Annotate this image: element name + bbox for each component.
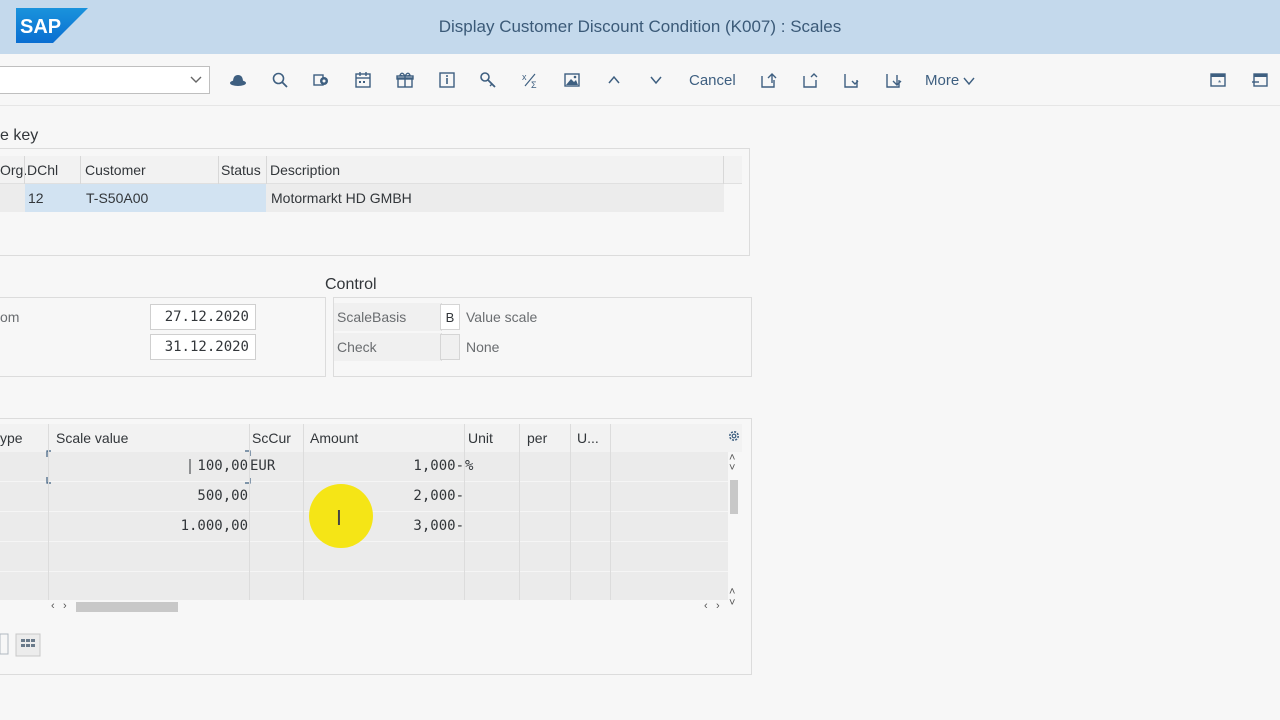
valid-to-field[interactable]: 31.12.2020 [150, 334, 256, 360]
chevron-down-icon [963, 77, 975, 86]
find-icon[interactable] [268, 68, 292, 92]
hat-icon[interactable] [226, 68, 250, 92]
next-page-icon[interactable] [839, 68, 863, 92]
text-cursor-icon: I [336, 506, 342, 530]
divider [48, 424, 49, 600]
up-icon[interactable] [602, 68, 626, 92]
col-type: ype [0, 430, 23, 446]
svg-text:Σ: Σ [531, 80, 537, 89]
horizontal-scrollbar[interactable]: ‹ › ‹ › [48, 600, 728, 614]
exit-icon[interactable] [1248, 68, 1272, 92]
last-page-icon[interactable] [881, 68, 905, 92]
chevron-right-icon[interactable]: › [63, 600, 67, 612]
cell-scale-value[interactable]: 500,00 [197, 488, 248, 504]
scales-grid-header: ype Scale value ScCur Amount Unit per U.… [0, 424, 742, 452]
svg-text:x: x [522, 72, 527, 82]
col-per: per [527, 430, 548, 446]
previous-page-icon[interactable] [798, 68, 822, 92]
divider [218, 156, 219, 184]
scale-basis-label: ScaleBasis [337, 309, 407, 325]
more-label: More [925, 72, 960, 89]
cell-dchl: 12 [28, 190, 44, 206]
chevron-left-icon[interactable]: ‹ [704, 600, 708, 612]
divider [570, 424, 571, 600]
cell-description: Motormarkt HD GMBH [271, 190, 412, 206]
divider [519, 424, 520, 600]
col-scale-value: Scale value [56, 430, 129, 446]
gear-icon[interactable] [727, 429, 741, 443]
check-code[interactable] [440, 334, 460, 360]
chevron-right-icon[interactable]: › [716, 600, 720, 612]
cell-scale-value[interactable]: 1.000,00 [181, 518, 248, 534]
divider [80, 156, 81, 184]
divider [464, 424, 465, 600]
cell-unit[interactable]: % [465, 458, 473, 474]
chevron-left-icon[interactable]: ‹ [51, 600, 55, 612]
table-row[interactable] [0, 572, 728, 602]
divider [610, 424, 611, 600]
cancel-button[interactable]: Cancel [689, 72, 736, 89]
settings-transfer-icon[interactable] [309, 68, 333, 92]
cell-amount[interactable]: 1,000- [413, 458, 464, 474]
vertical-scroll-thumb[interactable] [730, 480, 738, 514]
calendar-icon[interactable] [351, 68, 375, 92]
cell-amount[interactable]: 2,000- [413, 488, 464, 504]
image-icon[interactable] [560, 68, 584, 92]
chevron-down-icon[interactable]: ˅ [729, 597, 735, 609]
command-field[interactable] [0, 66, 210, 94]
cell-customer: T-S50A00 [86, 190, 149, 206]
fraction-icon[interactable]: xΣ [518, 68, 542, 92]
table-row[interactable]: 12 T-S50A00 Motormarkt HD GMBH [0, 184, 724, 212]
cell-amount[interactable]: 3,000- [413, 518, 464, 534]
key-section-title: e key [0, 127, 39, 144]
col-customer: Customer [85, 162, 146, 178]
valid-from-field[interactable]: 27.12.2020 [150, 304, 256, 330]
check-text: None [466, 339, 500, 355]
col-amount: Amount [310, 430, 359, 446]
control-section-title: Control [325, 276, 377, 293]
key-table-header: Org. DChl Customer Status Description [0, 156, 742, 184]
window-star-icon[interactable]: * [1206, 68, 1230, 92]
gift-icon[interactable] [393, 68, 417, 92]
col-description: Description [270, 162, 341, 178]
application-toolbar: xΣ Cancel More * [0, 54, 1280, 106]
chevron-down-icon[interactable] [189, 72, 203, 86]
svg-text:*: * [1218, 79, 1221, 88]
scale-basis-code[interactable]: B [440, 304, 460, 330]
valid-from-label: om [0, 309, 20, 325]
info-icon[interactable] [435, 68, 459, 92]
scale-basis-text: Value scale [466, 309, 538, 325]
window-title: Display Customer Discount Condition (K00… [438, 17, 842, 36]
down-icon[interactable] [644, 68, 668, 92]
divider [303, 424, 304, 600]
col-sccur: ScCur [252, 430, 291, 446]
horizontal-scroll-thumb[interactable] [76, 602, 178, 612]
vertical-scrollbar[interactable]: ˄ ˅ ˄ ˅ [728, 452, 740, 612]
table-row[interactable] [0, 542, 728, 572]
col-dchl: DChl [27, 162, 59, 178]
more-button[interactable]: More [925, 72, 975, 89]
divider [249, 424, 250, 600]
col-unit: Unit [468, 430, 493, 446]
grid-view-icons[interactable] [0, 632, 46, 658]
search-key-icon[interactable] [476, 68, 500, 92]
title-bar: SAP Display Customer Discount Condition … [0, 0, 1280, 54]
first-page-icon[interactable] [756, 68, 780, 92]
cell-focus-bracket [46, 450, 251, 484]
col-status: Status [221, 162, 261, 178]
chevron-down-icon[interactable]: ˅ [729, 462, 735, 474]
check-label: Check [337, 339, 377, 355]
col-uom: U... [577, 430, 599, 446]
